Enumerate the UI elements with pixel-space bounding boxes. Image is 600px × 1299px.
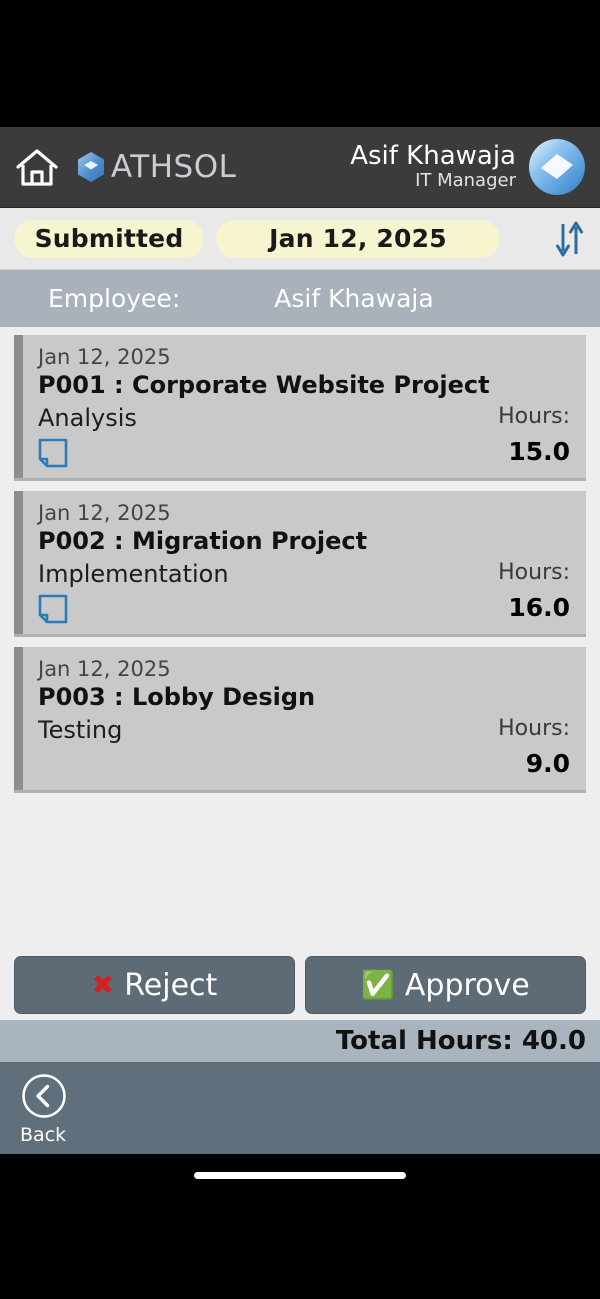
- timesheet-entry-list: Jan 12, 2025 P001 : Corporate Website Pr…: [0, 327, 600, 950]
- app-header: ATHSOL Asif Khawaja IT Manager: [0, 127, 600, 208]
- entry-date: Jan 12, 2025: [38, 501, 171, 525]
- timesheet-entry-card[interactable]: Jan 12, 2025 P003 : Lobby Design Testing…: [14, 647, 586, 793]
- phone-screen: ATHSOL Asif Khawaja IT Manager Submitted…: [0, 0, 600, 1299]
- filter-bar: Submitted Jan 12, 2025: [0, 208, 600, 270]
- chevron-left-circle-icon: [20, 1072, 68, 1120]
- approve-button-label: Approve: [404, 967, 530, 1003]
- card-accent-bar: [14, 491, 23, 634]
- entry-hours-label: Hours:: [498, 404, 570, 429]
- timesheet-entry-card[interactable]: Jan 12, 2025 P002 : Migration Project Im…: [14, 491, 586, 637]
- back-button[interactable]: Back: [20, 1072, 76, 1146]
- reject-button-label: Reject: [124, 967, 218, 1003]
- entry-hours-label: Hours:: [498, 560, 570, 585]
- note-icon[interactable]: [38, 438, 68, 468]
- entry-date: Jan 12, 2025: [38, 657, 171, 681]
- card-accent-bar: [14, 335, 23, 478]
- brand-logo: ATHSOL: [76, 149, 236, 185]
- user-name: Asif Khawaja: [350, 140, 516, 171]
- home-icon[interactable]: [14, 145, 60, 189]
- home-indicator[interactable]: [194, 1171, 406, 1179]
- avatar[interactable]: [528, 138, 586, 196]
- brand-name: ATHSOL: [111, 149, 237, 185]
- entry-date: Jan 12, 2025: [38, 345, 171, 369]
- reject-button[interactable]: ✖ Reject: [14, 956, 295, 1014]
- back-button-label: Back: [20, 1124, 67, 1146]
- employee-value: Asif Khawaja: [274, 284, 434, 313]
- entry-project: P002 : Migration Project: [38, 527, 368, 555]
- entry-task: Analysis: [38, 404, 137, 432]
- approve-button[interactable]: ✅ Approve: [305, 956, 586, 1014]
- check-icon: ✅: [361, 969, 395, 1001]
- timesheet-entry-card[interactable]: Jan 12, 2025 P001 : Corporate Website Pr…: [14, 335, 586, 481]
- entry-hours-label: Hours:: [498, 716, 570, 741]
- hexagon-logo-icon: [76, 151, 106, 183]
- home-indicator-area: [0, 1154, 600, 1196]
- entry-hours-value: 16.0: [508, 593, 570, 622]
- sort-updown-icon[interactable]: [552, 219, 586, 259]
- entry-project: P001 : Corporate Website Project: [38, 371, 490, 399]
- entry-hours-value: 15.0: [508, 437, 570, 466]
- employee-label: Employee:: [48, 284, 181, 313]
- cross-icon: ✖: [91, 969, 115, 1001]
- entry-task: Implementation: [38, 560, 229, 588]
- bottom-nav: Back: [0, 1062, 600, 1154]
- entry-project: P003 : Lobby Design: [38, 683, 316, 711]
- status-filter-chip[interactable]: Submitted: [14, 219, 204, 258]
- employee-row: Employee: Asif Khawaja: [0, 270, 600, 327]
- total-hours-bar: Total Hours: 40.0: [0, 1020, 600, 1062]
- device-status-bar: [0, 0, 600, 127]
- note-icon[interactable]: [38, 594, 68, 624]
- user-role: IT Manager: [415, 170, 516, 192]
- entry-hours-value: 9.0: [525, 749, 570, 778]
- date-filter-chip[interactable]: Jan 12, 2025: [216, 219, 500, 258]
- user-info[interactable]: Asif Khawaja IT Manager: [350, 140, 528, 192]
- entry-task: Testing: [38, 716, 123, 744]
- card-accent-bar: [14, 647, 23, 790]
- action-bar: ✖ Reject ✅ Approve: [0, 950, 600, 1020]
